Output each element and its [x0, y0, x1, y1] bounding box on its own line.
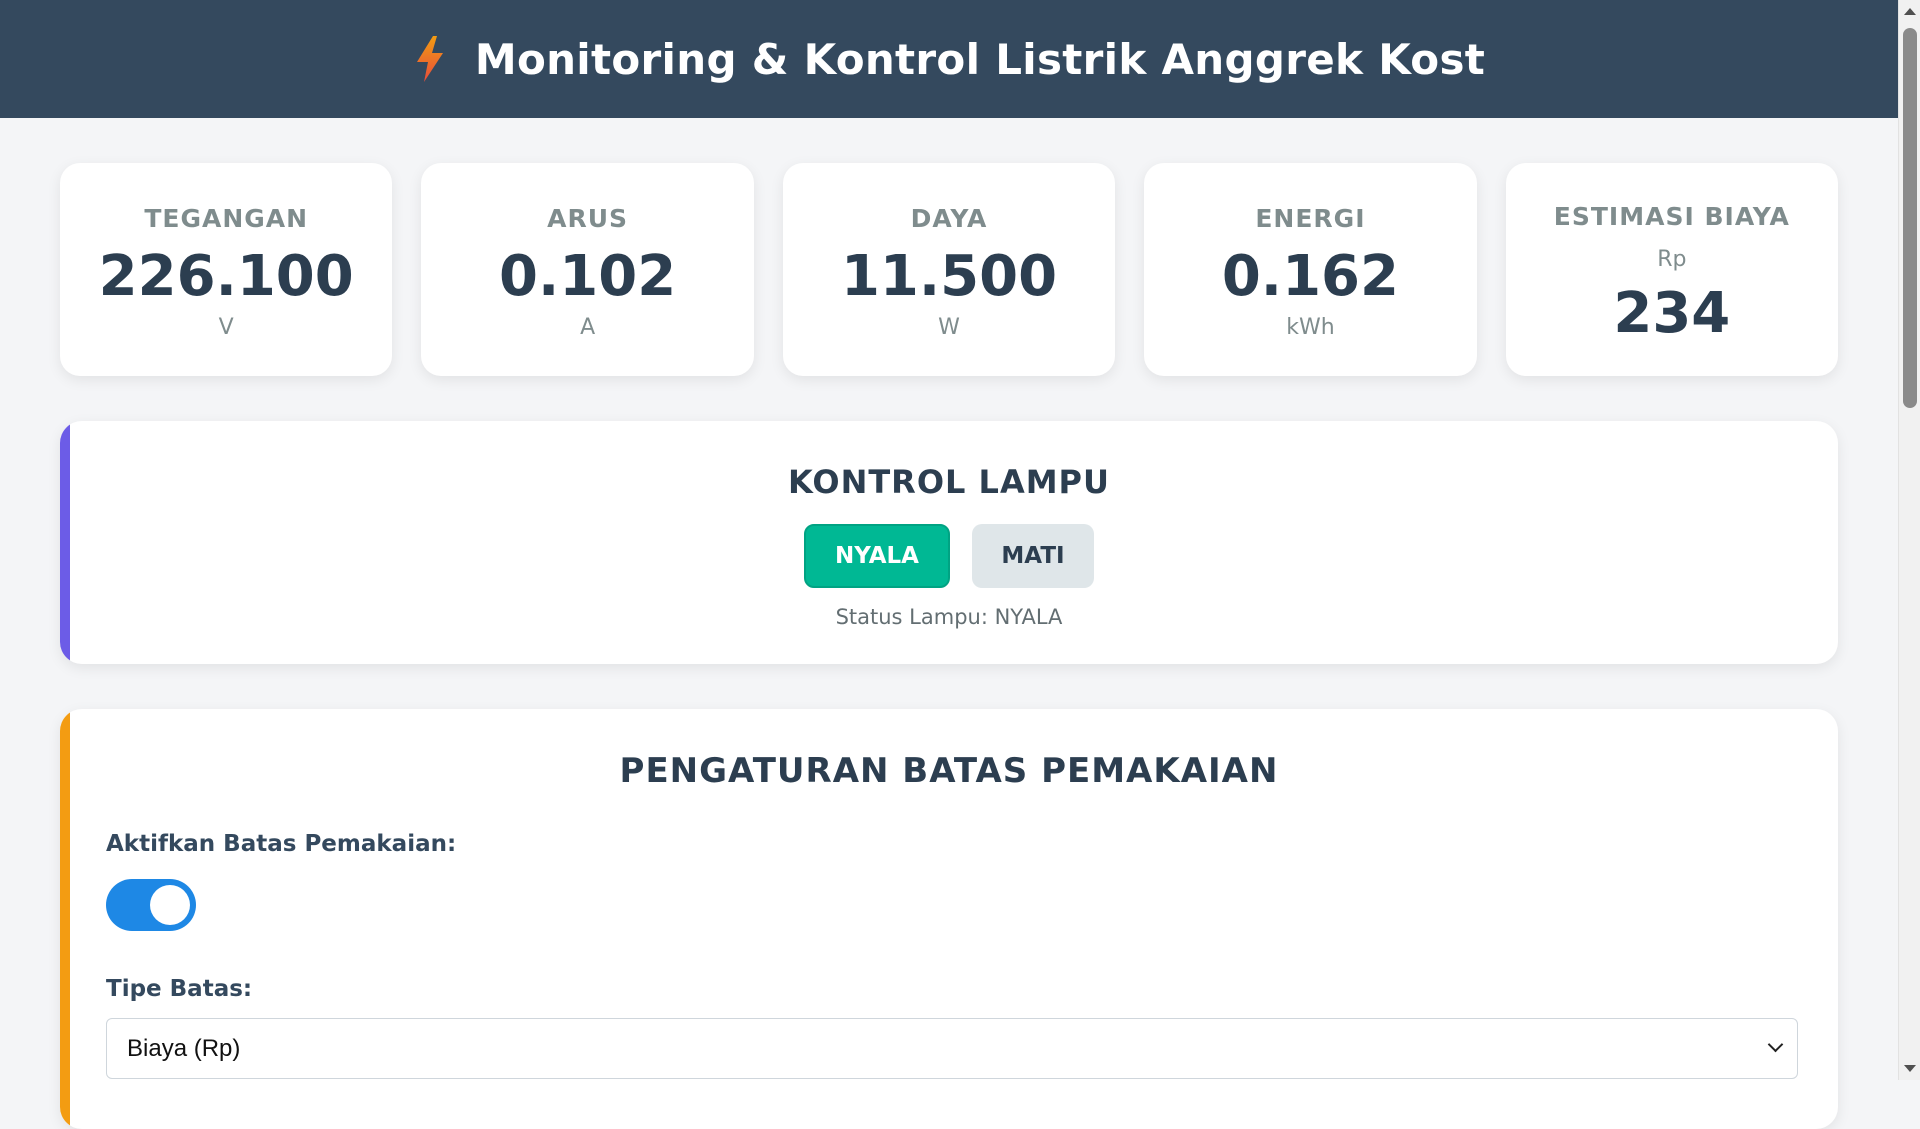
- stat-label: ESTIMASI BIAYA: [1553, 201, 1790, 231]
- lamp-control-panel: KONTROL LAMPU NYALA MATI Status Lampu: N…: [60, 421, 1838, 664]
- chevron-down-icon: [1767, 1036, 1784, 1053]
- page-title: Monitoring & Kontrol Listrik Anggrek Kos…: [474, 34, 1486, 84]
- toggle-knob: [150, 885, 190, 925]
- stat-unit: V: [218, 314, 234, 340]
- stat-value: 0.162: [1221, 243, 1399, 309]
- vertical-scrollbar[interactable]: [1898, 0, 1920, 1080]
- enable-limit-toggle[interactable]: [106, 879, 196, 931]
- stat-unit: A: [580, 314, 596, 340]
- scroll-up-arrow-icon[interactable]: [1904, 8, 1916, 15]
- stats-row: TEGANGAN 226.100 V ARUS 0.102 A DAYA 11.…: [60, 163, 1839, 376]
- stat-label: TEGANGAN: [144, 203, 309, 233]
- panel-accent-bar: [60, 709, 70, 1129]
- lamp-control-title: KONTROL LAMPU: [788, 463, 1110, 501]
- stat-value: 226.100: [98, 243, 354, 309]
- lamp-off-button[interactable]: MATI: [972, 524, 1094, 588]
- limit-type-selected-value: Biaya (Rp): [127, 1034, 241, 1062]
- limit-type-label: Tipe Batas:: [106, 976, 253, 1002]
- stat-card-power: DAYA 11.500 W: [782, 163, 1116, 376]
- enable-limit-label: Aktifkan Batas Pemakaian:: [106, 831, 457, 857]
- stat-label: DAYA: [910, 203, 988, 233]
- lamp-button-row: NYALA MATI: [60, 524, 1838, 588]
- stat-label: ENERGI: [1255, 203, 1366, 233]
- stat-unit: kWh: [1286, 314, 1335, 340]
- stat-card-current: ARUS 0.102 A: [421, 163, 754, 376]
- limit-type-select[interactable]: Biaya (Rp): [106, 1018, 1798, 1079]
- usage-limit-title: PENGATURAN BATAS PEMAKAIAN: [619, 751, 1279, 791]
- stat-label: ARUS: [547, 203, 629, 233]
- scroll-down-arrow-icon[interactable]: [1904, 1065, 1916, 1072]
- stat-value: 234: [1613, 280, 1731, 346]
- scrollbar-thumb[interactable]: [1903, 28, 1917, 408]
- stat-value: 11.500: [840, 243, 1058, 309]
- app-header: Monitoring & Kontrol Listrik Anggrek Kos…: [0, 0, 1898, 118]
- stat-unit: W: [938, 314, 960, 340]
- lightning-bolt-icon: [416, 36, 443, 82]
- panel-accent-bar: [60, 421, 70, 664]
- stat-value: 0.102: [499, 243, 677, 309]
- stat-card-voltage: TEGANGAN 226.100 V: [60, 163, 393, 376]
- stat-card-cost-estimate: ESTIMASI BIAYA Rp 234: [1505, 163, 1839, 376]
- usage-limit-panel: PENGATURAN BATAS PEMAKAIAN Aktifkan Bata…: [60, 709, 1838, 1129]
- stat-card-energy: ENERGI 0.162 kWh: [1144, 163, 1477, 376]
- lamp-status-text: Status Lampu: NYALA: [835, 605, 1063, 629]
- currency-prefix: Rp: [1657, 246, 1687, 272]
- lamp-on-button[interactable]: NYALA: [804, 524, 950, 588]
